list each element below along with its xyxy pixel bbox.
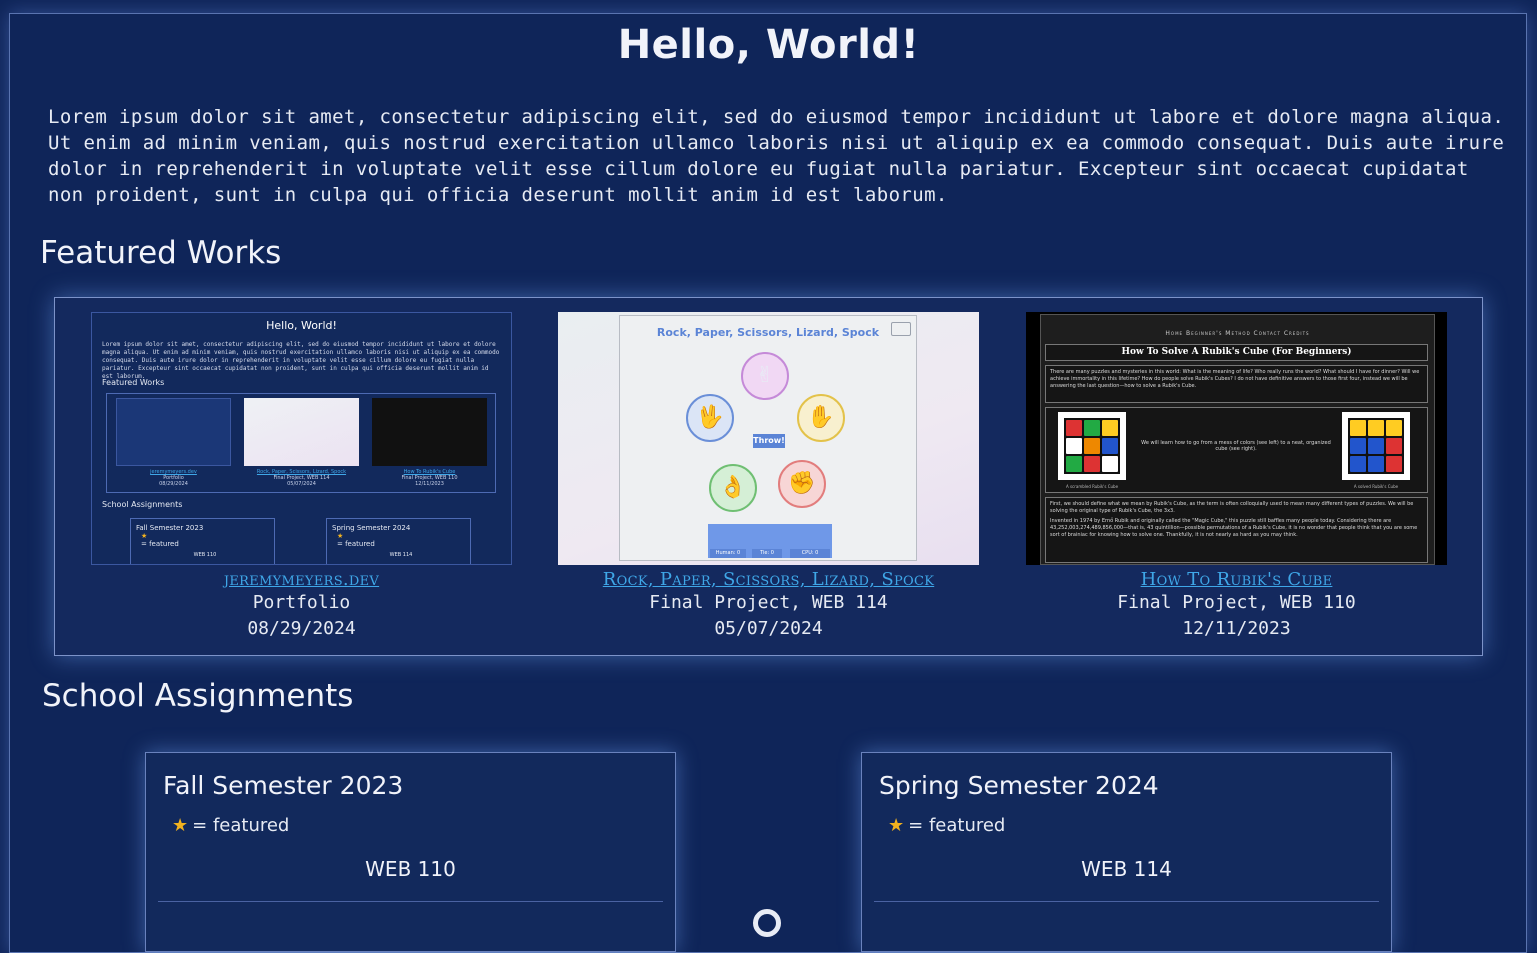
work-subtitle: Final Project, WEB 114 <box>649 592 888 613</box>
paper-hand-icon: ✋ <box>797 394 845 442</box>
rubiks-cubes-row: We will learn how to go from a mess of c… <box>1045 407 1428 493</box>
divider <box>874 901 1379 902</box>
rubiks-thumbnail[interactable]: Home Beginner's Method Contact Credits H… <box>1026 312 1447 565</box>
featured-work-portfolio: Hello, World! Lorem ipsum dolor sit amet… <box>91 312 512 642</box>
lizard-hand-icon: 👌 <box>709 464 757 512</box>
thumb-card-image <box>116 398 231 466</box>
course-label: WEB 114 <box>1081 857 1172 881</box>
thumb-text: Lorem ipsum dolor sit amet, consectetur … <box>102 341 500 380</box>
work-date: 12/11/2023 <box>1182 618 1291 639</box>
rubiks-intro: There are many puzzles and mysteries in … <box>1045 365 1428 403</box>
rubiks-title-bar: How To Solve A Rubik's Cube (For Beginne… <box>1045 344 1428 361</box>
score-cpu: CPU: 0 <box>790 549 830 558</box>
scissors-hand-icon: ✌ <box>741 352 789 400</box>
star-icon: ★ <box>141 532 148 540</box>
work-link-portfolio[interactable]: jeremymeyers.dev <box>91 569 512 590</box>
school-heading: School Assignments <box>42 678 354 714</box>
rpsls-title: Rock, Paper, Scissors, Lizard, Spock <box>656 326 880 339</box>
semester-card-fall-2023: Fall Semester 2023 ★ = featured WEB 110 <box>145 752 676 952</box>
score-tie: Tie: 0 <box>752 549 782 558</box>
rubiks-panel: Home Beginner's Method Contact Credits H… <box>1040 314 1435 565</box>
semester-title: Fall Semester 2023 <box>163 771 404 800</box>
featured-work-rubiks: Home Beginner's Method Contact Credits H… <box>1026 312 1447 642</box>
scrambled-cube-image <box>1058 412 1126 480</box>
featured-works-box: Hello, World! Lorem ipsum dolor sit amet… <box>54 297 1483 656</box>
rubiks-body: First, we should define what we mean by … <box>1045 497 1428 563</box>
thumb-card-image <box>244 398 359 466</box>
rpsls-thumbnail[interactable]: Rock, Paper, Scissors, Lizard, Spock ✌ 🖖… <box>558 312 979 565</box>
thumb-card-image <box>372 398 487 466</box>
solved-cube-image <box>1342 412 1410 480</box>
semester-card-spring-2024: Spring Semester 2024 ★ = featured WEB 114 <box>861 752 1392 952</box>
featured-work-rpsls: Rock, Paper, Scissors, Lizard, Spock ✌ 🖖… <box>558 312 979 642</box>
work-subtitle: Final Project, WEB 110 <box>1117 592 1356 613</box>
divider <box>158 901 663 902</box>
rubiks-nav: Home Beginner's Method Contact Credits <box>1165 330 1310 337</box>
rock-hand-icon: ✊ <box>778 460 826 508</box>
thumb-card-link: jeremymeyers.dev Portfolio 08/29/2024 <box>150 469 197 487</box>
rubiks-middle-text: We will learn how to go from a mess of c… <box>1141 440 1331 452</box>
thumb-semester-card: Fall Semester 2023 ★ = featured WEB 110 <box>130 518 275 564</box>
work-date: 05/07/2024 <box>714 618 823 639</box>
solved-caption: A solved Rubik's Cube <box>1353 484 1399 489</box>
rubiks-title: How To Solve A Rubik's Cube (For Beginne… <box>1121 347 1352 357</box>
thumb-featured-heading: Featured Works <box>102 378 165 387</box>
intro-paragraph: Lorem ipsum dolor sit amet, consectetur … <box>48 106 1505 206</box>
score-human: Human: 0 <box>710 549 746 558</box>
thumb-school-heading: School Assignments <box>102 500 183 509</box>
scrambled-caption: A scrambled Rubik's Cube <box>1065 484 1119 489</box>
work-date: 08/29/2024 <box>247 618 356 639</box>
scroll-indicator-icon[interactable] <box>753 909 781 937</box>
star-icon: ★ <box>337 532 344 540</box>
thumb-title: Hello, World! <box>266 319 337 332</box>
star-icon: ★ <box>888 815 905 836</box>
rpsls-sheet: Rock, Paper, Scissors, Lizard, Spock ✌ 🖖… <box>619 315 917 561</box>
featured-legend: ★ = featured <box>172 815 290 836</box>
thumb-card-link: Rock, Paper, Scissors, Lizard, Spock Fina… <box>256 469 347 487</box>
score-bar: Human: 0 Tie: 0 CPU: 0 <box>708 524 832 558</box>
throw-button: Throw! <box>753 434 785 448</box>
portfolio-thumbnail[interactable]: Hello, World! Lorem ipsum dolor sit amet… <box>91 312 512 565</box>
thumb-semester-card: Spring Semester 2024 ★ = featured WEB 11… <box>326 518 471 564</box>
thumb-card-link: How To Rubik's Cube Final Project, WEB 11… <box>401 469 458 487</box>
work-link-rubiks[interactable]: How To Rubik's Cube <box>1026 569 1447 590</box>
featured-legend: ★ = featured <box>888 815 1006 836</box>
featured-heading: Featured Works <box>40 235 282 271</box>
course-label: WEB 110 <box>365 857 456 881</box>
page-title: Hello, World! <box>617 22 920 68</box>
star-icon: ★ <box>172 815 189 836</box>
work-link-rpsls[interactable]: Rock, Paper, Scissors, Lizard, Spock <box>558 569 979 590</box>
spock-hand-icon: 🖖 <box>686 394 734 442</box>
work-subtitle: Portfolio <box>252 592 351 613</box>
semester-title: Spring Semester 2024 <box>879 771 1159 800</box>
